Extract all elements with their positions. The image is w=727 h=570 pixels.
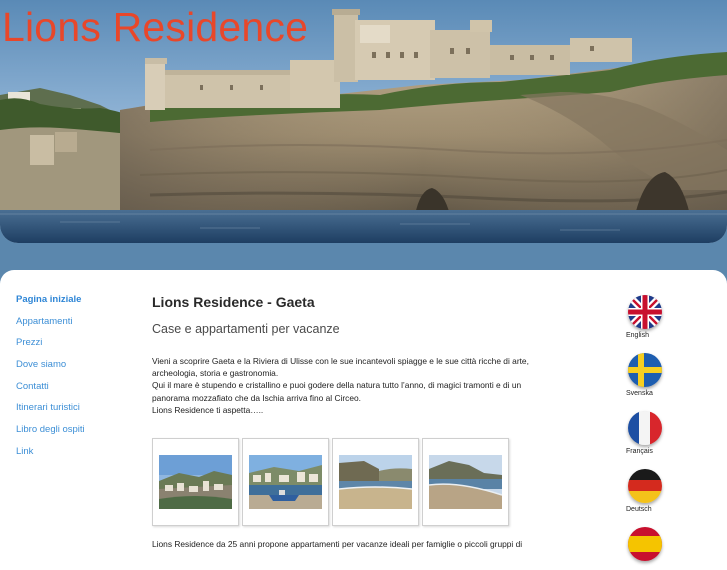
page-subtitle: Case e appartamenti per vacanze bbox=[152, 322, 340, 336]
intro-line: Vieni a scoprire Gaeta e la Riviera di U… bbox=[152, 356, 529, 366]
language-label[interactable]: Deutsch bbox=[618, 506, 672, 513]
photo-gallery bbox=[152, 438, 512, 526]
nav-item-itineraries[interactable]: Itinerari turistici bbox=[16, 402, 126, 424]
beach-bay-photo bbox=[429, 455, 502, 509]
main-navigation: Pagina iniziale Appartamenti Prezzi Dove… bbox=[16, 294, 126, 468]
nav-item-location[interactable]: Dove siamo bbox=[16, 359, 126, 381]
gallery-thumb-town[interactable] bbox=[152, 438, 239, 526]
gallery-thumb-beach[interactable] bbox=[332, 438, 419, 526]
language-english[interactable]: English bbox=[618, 295, 672, 339]
language-label[interactable]: Français bbox=[618, 448, 672, 455]
town-view-photo bbox=[159, 455, 232, 509]
intro-line: Lions Residence ti aspetta….. bbox=[152, 404, 264, 415]
main-content: Lions Residence - Gaeta Case e appartame… bbox=[152, 293, 562, 416]
gallery-thumb-harbor[interactable] bbox=[242, 438, 329, 526]
site-title: Lions Residence bbox=[2, 4, 309, 50]
harbor-boats-photo bbox=[249, 455, 322, 509]
nav-item-guestbook[interactable]: Libro degli ospiti bbox=[16, 424, 126, 446]
header-banner: Lions Residence bbox=[0, 0, 727, 243]
language-french[interactable]: Français bbox=[618, 411, 672, 455]
gallery-thumb-bay[interactable] bbox=[422, 438, 509, 526]
language-label[interactable]: Svenska bbox=[618, 390, 672, 397]
intro-line: Qui il mare è stupendo e cristallino e p… bbox=[152, 380, 522, 391]
language-spanish[interactable] bbox=[618, 527, 672, 561]
intro-paragraph: Vieni a scoprire Gaeta e la Riviera di U… bbox=[152, 355, 562, 416]
nav-item-contacts[interactable]: Contatti bbox=[16, 381, 126, 403]
beach-cliff-photo bbox=[339, 455, 412, 509]
intro-line: archeologia, storia e gastronomia. bbox=[152, 368, 279, 379]
nav-item-apartments[interactable]: Appartamenti bbox=[16, 316, 126, 338]
uk-flag-icon[interactable] bbox=[628, 295, 662, 329]
page-title: Lions Residence - Gaeta bbox=[152, 294, 315, 310]
language-label[interactable]: English bbox=[618, 332, 672, 339]
sweden-flag-icon[interactable] bbox=[628, 353, 662, 387]
nav-item-links[interactable]: Link bbox=[16, 446, 126, 468]
germany-flag-icon[interactable] bbox=[628, 469, 662, 503]
intro-line: panorama mozzafiato che da Ischia arriva… bbox=[152, 392, 362, 403]
france-flag-icon[interactable] bbox=[628, 411, 662, 445]
language-german[interactable]: Deutsch bbox=[618, 469, 672, 513]
spain-flag-icon[interactable] bbox=[628, 527, 662, 561]
description-paragraph: Lions Residence da 25 anni propone appar… bbox=[152, 539, 523, 549]
nav-item-prices[interactable]: Prezzi bbox=[16, 337, 126, 359]
nav-item-home[interactable]: Pagina iniziale bbox=[16, 294, 126, 316]
language-swedish[interactable]: Svenska bbox=[618, 353, 672, 397]
